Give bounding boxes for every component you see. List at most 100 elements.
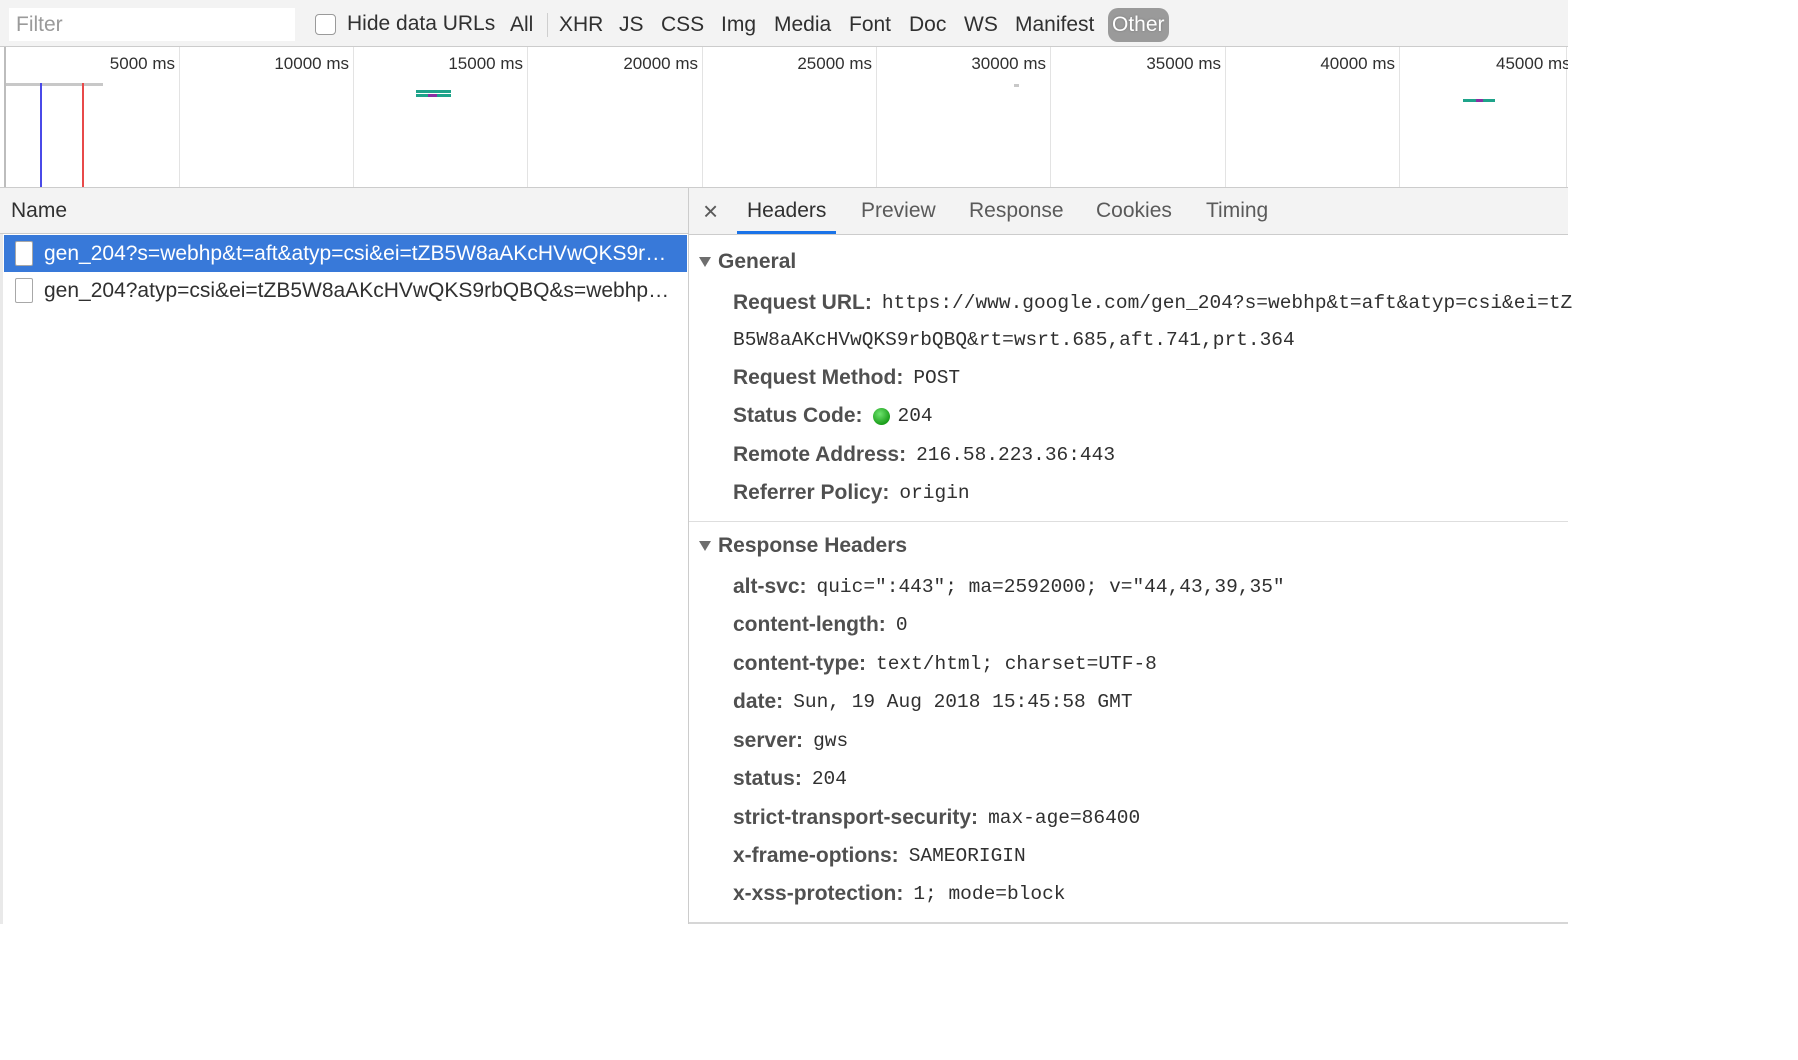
type-filter-img[interactable]: Img [721, 8, 756, 42]
tab-preview[interactable]: Preview [861, 188, 936, 234]
request-method-row: Request Method: POST [733, 366, 960, 390]
document-icon [15, 241, 33, 266]
type-filter-other[interactable]: Other [1108, 8, 1169, 42]
overview-tick-label: 5000 ms [109, 54, 175, 73]
overview-grid-line [1399, 47, 1400, 187]
request-list-pane: Name gen_204?s=webhp&t=aft&atyp=csi&ei=t… [0, 188, 689, 924]
response-header-row: status: 204 [733, 767, 847, 791]
status-ok-dot-icon [872, 407, 890, 425]
dom-content-loaded-marker [40, 83, 42, 187]
overview-grid-line [876, 47, 877, 187]
overview-grid-line [179, 47, 180, 187]
response-header-key: content-length: [733, 613, 886, 636]
response-header-key: x-frame-options: [733, 844, 899, 867]
tab-timing[interactable]: Timing [1206, 188, 1268, 234]
response-header-value: text/html; charset=UTF-8 [876, 653, 1157, 675]
overview-tick-label: 25000 ms [797, 54, 872, 73]
response-header-row: server: gws [733, 729, 848, 753]
type-filter-js[interactable]: JS [619, 8, 644, 42]
type-filter-xhr[interactable]: XHR [559, 8, 603, 42]
response-header-value: max-age=86400 [988, 807, 1141, 829]
network-overview-timeline[interactable]: 5000 ms 10000 ms 15000 ms 20000 ms 25000… [0, 47, 1568, 188]
remote-address-value: 216.58.223.36:443 [916, 444, 1116, 466]
hide-data-urls-checkbox[interactable] [315, 13, 336, 35]
response-header-key: status: [733, 767, 802, 790]
response-header-row: date: Sun, 19 Aug 2018 15:45:58 GMT [733, 690, 1133, 714]
request-name: gen_204?s=webhp&t=aft&atyp=csi&ei=tZB5W8… [44, 241, 674, 265]
tab-cookies[interactable]: Cookies [1096, 188, 1172, 234]
response-headers-section-header[interactable]: Response Headers [699, 534, 907, 558]
document-icon [15, 278, 33, 303]
request-details-pane: × Headers Preview Response Cookies Timin… [689, 188, 1572, 924]
request-name: gen_204?atyp=csi&ei=tZB5W8aAKcHVwQKS9rbQ… [44, 278, 674, 302]
overview-tick-label: 10000 ms [274, 54, 349, 73]
type-filter-manifest[interactable]: Manifest [1015, 8, 1094, 42]
response-header-value: 1; mode=block [913, 883, 1066, 905]
response-header-row: alt-svc: quic=":443"; ma=2592000; v="44,… [733, 575, 1285, 599]
response-header-value: quic=":443"; ma=2592000; v="44,43,39,35" [816, 576, 1285, 598]
overview-grid-line [1225, 47, 1226, 187]
request-method-key: Request Method: [733, 366, 904, 389]
overview-request-bar [416, 90, 451, 93]
type-filter-all[interactable]: All [510, 8, 533, 42]
section-divider [689, 521, 1568, 522]
overview-grid-line [527, 47, 528, 187]
referrer-policy-value: origin [899, 482, 970, 504]
overview-request-bar [6, 83, 103, 86]
referrer-policy-row: Referrer Policy: origin [733, 481, 970, 505]
type-filter-separator [547, 13, 548, 37]
type-filter-css[interactable]: CSS [661, 8, 704, 42]
request-url-row-continued: B5W8aAKcHVwQKS9rbQBQ&rt=wsrt.685,aft.741… [733, 329, 1295, 351]
request-url-value: https://www.google.com/gen_204?s=webhp&t… [881, 292, 1573, 314]
overview-tick-label: 15000 ms [448, 54, 523, 73]
response-header-value: 0 [895, 614, 908, 636]
response-header-key: alt-svc: [733, 575, 807, 598]
tab-response[interactable]: Response [969, 188, 1064, 234]
expand-triangle-icon [699, 541, 711, 551]
overview-selection-handle[interactable] [4, 47, 6, 187]
hide-data-urls-option[interactable]: Hide data URLs [315, 10, 495, 38]
request-row[interactable]: gen_204?atyp=csi&ei=tZB5W8aAKcHVwQKS9rbQ… [4, 272, 687, 309]
response-header-key: content-type: [733, 652, 866, 675]
name-column-header[interactable]: Name [0, 188, 688, 234]
status-code-key: Status Code: [733, 404, 863, 427]
referrer-policy-key: Referrer Policy: [733, 481, 890, 504]
overview-tick-label: 30000 ms [971, 54, 1046, 73]
overview-request-bar [1463, 99, 1495, 102]
close-details-icon[interactable]: × [703, 196, 718, 226]
response-header-row: x-xss-protection: 1; mode=block [733, 882, 1065, 906]
response-header-key: date: [733, 690, 784, 713]
response-header-key: x-xss-protection: [733, 882, 904, 905]
load-event-marker [82, 83, 84, 187]
overview-request-bar [416, 94, 451, 97]
tab-headers[interactable]: Headers [737, 188, 837, 234]
type-filter-doc[interactable]: Doc [909, 8, 946, 42]
overview-grid-line [1050, 47, 1051, 187]
response-header-key: server: [733, 729, 804, 752]
request-url-value-continued: B5W8aAKcHVwQKS9rbQBQ&rt=wsrt.685,aft.741… [733, 329, 1295, 351]
filter-input[interactable] [9, 8, 295, 41]
status-code-value: 204 [897, 405, 933, 427]
response-header-row: strict-transport-security: max-age=86400 [733, 806, 1140, 830]
expand-triangle-icon [699, 257, 711, 267]
filter-toolbar: Hide data URLs All XHR JS CSS Img Media … [0, 0, 1568, 47]
type-filter-ws[interactable]: WS [964, 8, 998, 42]
overview-grid-line [702, 47, 703, 187]
overview-grid-line [353, 47, 354, 187]
response-header-value: 204 [811, 768, 847, 790]
response-header-value: gws [813, 730, 849, 752]
hide-data-urls-label: Hide data URLs [347, 12, 496, 35]
response-header-row: content-type: text/html; charset=UTF-8 [733, 652, 1157, 676]
details-bottom-border [689, 922, 1568, 924]
response-header-row: content-length: 0 [733, 613, 908, 637]
overview-request-bar [1014, 84, 1019, 87]
general-section-title: General [718, 250, 797, 273]
type-filter-font[interactable]: Font [849, 8, 891, 42]
request-row[interactable]: gen_204?s=webhp&t=aft&atyp=csi&ei=tZB5W8… [4, 235, 687, 272]
response-header-value: Sun, 19 Aug 2018 15:45:58 GMT [793, 691, 1133, 713]
request-method-value: POST [913, 367, 961, 389]
overview-tick-label: 45000 ms [1496, 54, 1568, 73]
general-section-header[interactable]: General [699, 250, 796, 274]
type-filter-media[interactable]: Media [774, 8, 831, 42]
overview-tick-label: 40000 ms [1320, 54, 1395, 73]
